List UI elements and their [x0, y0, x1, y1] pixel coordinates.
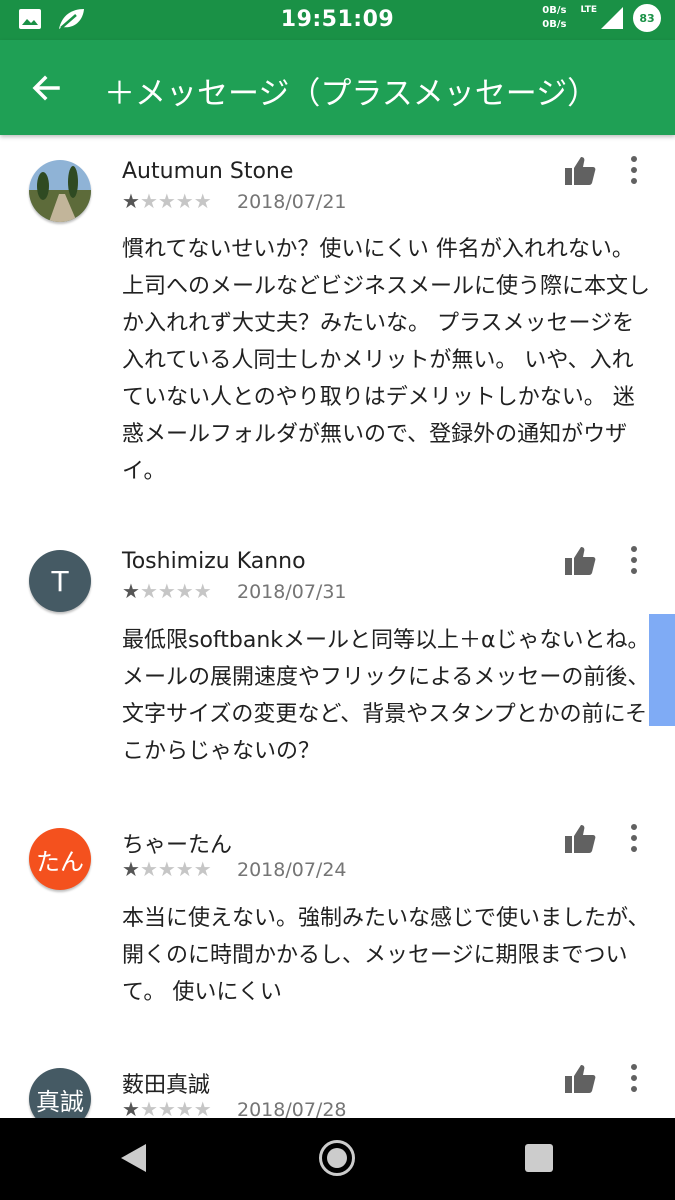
thumb-up-icon[interactable] [562, 153, 598, 189]
page-title: ＋メッセージ（プラスメッセージ） [104, 76, 599, 112]
star-rating: ★★★★★ [122, 579, 212, 603]
avatar[interactable]: たん [29, 828, 91, 890]
review-text: 本当に使えない。強制みたいな感じで使いましたが、開くのに時間かかるし、メッセージ… [122, 906, 650, 1005]
signal-icon [601, 7, 623, 29]
arrow-back-icon[interactable] [28, 70, 64, 106]
review-author: Autumun Stone [122, 159, 294, 184]
more-options-icon[interactable] [620, 543, 648, 577]
thumb-up-icon[interactable] [562, 543, 598, 579]
net-up: 0B/s [542, 5, 567, 16]
net-down: 0B/s [542, 19, 567, 30]
thumb-up-icon[interactable] [562, 821, 598, 857]
battery-icon: 83 [633, 4, 661, 32]
review-date: 2018/07/31 [237, 581, 347, 603]
thumb-up-icon[interactable] [562, 1061, 598, 1097]
more-options-icon[interactable] [620, 1061, 648, 1095]
star-rating: ★★★★★ [122, 857, 212, 881]
review-text: 最低限softbankメールと同等以上＋αじゃないとね。 メールの展開速度やフリ… [122, 628, 650, 764]
review-author: ちゃーたん [122, 833, 233, 858]
network-speed: 0B/s 0B/s [542, 4, 566, 32]
more-options-icon[interactable] [620, 821, 648, 855]
network-type: LTE [580, 5, 597, 15]
avatar-photo [29, 160, 91, 222]
star-rating: ★★★★★ [122, 189, 212, 213]
app-bar: ＋メッセージ（プラスメッセージ） [0, 40, 675, 135]
nav-recent-icon[interactable] [525, 1144, 553, 1172]
review-text: 慣れてないせいか？使いにくい 件名が入れれない。 上司へのメールなどビジネスメー… [122, 237, 651, 484]
nav-home-icon[interactable] [319, 1140, 355, 1176]
more-options-icon[interactable] [620, 153, 648, 187]
nav-back-icon[interactable] [118, 1142, 148, 1174]
avatar[interactable] [29, 160, 91, 222]
status-bar: 19:51:09 0B/s 0B/s LTE 83 [0, 0, 675, 40]
avatar[interactable]: T [29, 550, 91, 612]
review-author: 薮田真誠 [122, 1073, 211, 1098]
review-date: 2018/07/21 [237, 191, 347, 213]
status-right-icons: 0B/s 0B/s LTE 83 [542, 4, 661, 32]
review-author: Toshimizu Kanno [122, 549, 306, 574]
review-date: 2018/07/24 [237, 859, 347, 881]
navigation-bar [0, 1118, 675, 1200]
scrollbar-thumb[interactable] [649, 614, 675, 726]
